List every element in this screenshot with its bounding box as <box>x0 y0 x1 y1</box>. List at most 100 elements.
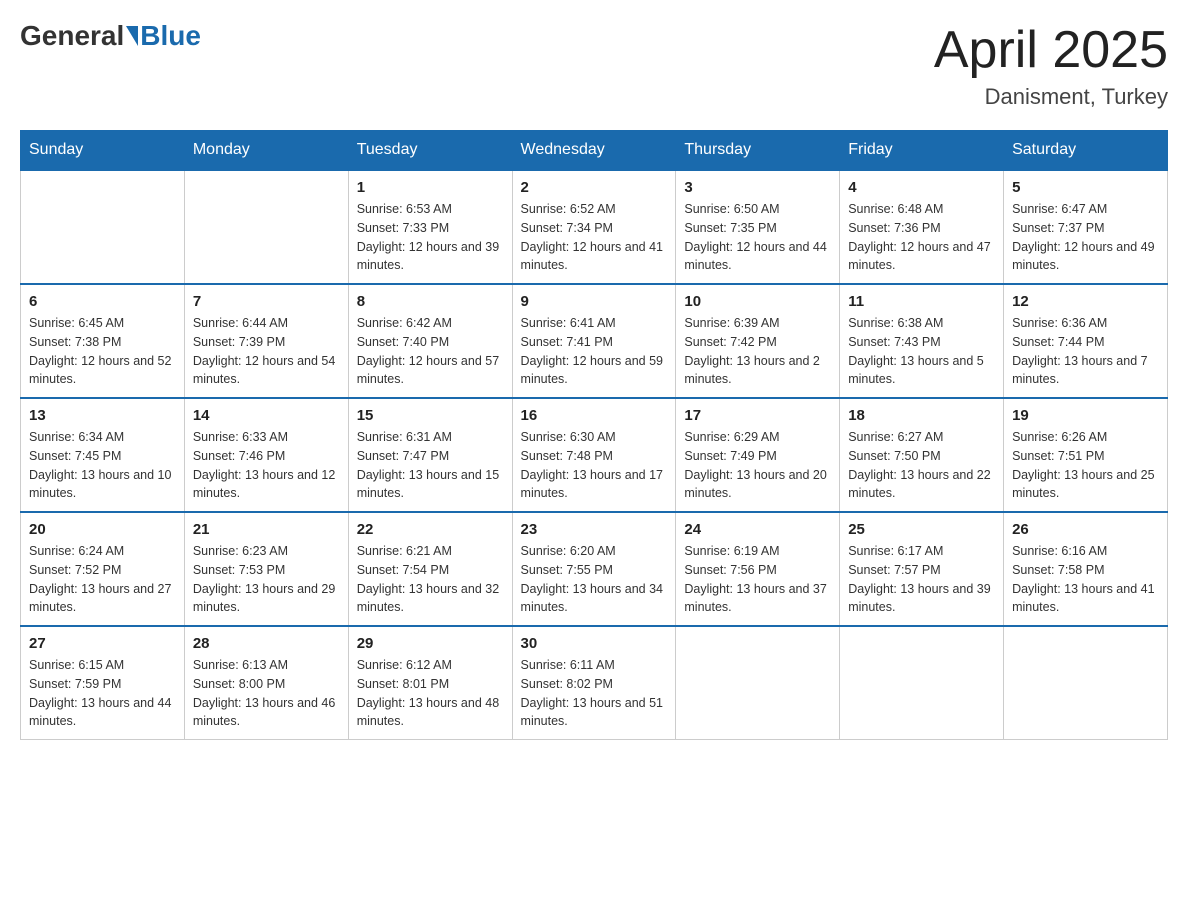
calendar-cell <box>840 626 1004 740</box>
weekday-header-tuesday: Tuesday <box>348 131 512 171</box>
month-title: April 2025 <box>934 20 1168 80</box>
calendar-cell: 29Sunrise: 6:12 AMSunset: 8:01 PMDayligh… <box>348 626 512 740</box>
calendar-cell: 27 Sunrise: 6:15 AMSunset: 7:59 PMDayligh… <box>21 626 185 740</box>
calendar-cell: 7 Sunrise: 6:44 AMSunset: 7:39 PMDaylight… <box>184 284 348 398</box>
day-number: 1 <box>357 179 504 196</box>
day-info: Sunrise: 6:16 AMSunset: 7:58 PMDaylight:… <box>1012 542 1159 617</box>
calendar-cell <box>676 626 840 740</box>
calendar-cell: 9 Sunrise: 6:41 AMSunset: 7:41 PMDaylight… <box>512 284 676 398</box>
calendar-cell: 11 Sunrise: 6:38 AMSunset: 7:43 PMDayligh… <box>840 284 1004 398</box>
calendar-cell: 15 Sunrise: 6:31 AMSunset: 7:47 PMDayligh… <box>348 398 512 512</box>
weekday-header-wednesday: Wednesday <box>512 131 676 171</box>
day-info: Sunrise: 6:20 AMSunset: 7:55 PMDaylight:… <box>521 542 668 617</box>
calendar-cell: 23 Sunrise: 6:20 AMSunset: 7:55 PMDayligh… <box>512 512 676 626</box>
day-info: Sunrise: 6:48 AMSunset: 7:36 PMDaylight:… <box>848 200 995 275</box>
day-info: Sunrise: 6:45 AMSunset: 7:38 PMDaylight:… <box>29 314 176 389</box>
day-number: 21 <box>193 521 340 538</box>
day-info: Sunrise: 6:30 AMSunset: 7:48 PMDaylight:… <box>521 428 668 503</box>
calendar-cell: 25Sunrise: 6:17 AMSunset: 7:57 PMDayligh… <box>840 512 1004 626</box>
day-info: Sunrise: 6:39 AMSunset: 7:42 PMDaylight:… <box>684 314 831 389</box>
calendar-cell: 21Sunrise: 6:23 AMSunset: 7:53 PMDayligh… <box>184 512 348 626</box>
day-info: Sunrise: 6:33 AMSunset: 7:46 PMDaylight:… <box>193 428 340 503</box>
calendar-cell: 17Sunrise: 6:29 AMSunset: 7:49 PMDayligh… <box>676 398 840 512</box>
day-number: 27 <box>29 635 176 652</box>
calendar-cell: 30 Sunrise: 6:11 AMSunset: 8:02 PMDayligh… <box>512 626 676 740</box>
day-info: Sunrise: 6:52 AMSunset: 7:34 PMDaylight:… <box>521 200 668 275</box>
day-info: Sunrise: 6:36 AMSunset: 7:44 PMDaylight:… <box>1012 314 1159 389</box>
day-info: Sunrise: 6:15 AMSunset: 7:59 PMDaylight:… <box>29 656 176 731</box>
day-number: 2 <box>521 179 668 196</box>
day-info: Sunrise: 6:41 AMSunset: 7:41 PMDaylight:… <box>521 314 668 389</box>
week-row-4: 20 Sunrise: 6:24 AMSunset: 7:52 PMDayligh… <box>21 512 1168 626</box>
day-info: Sunrise: 6:44 AMSunset: 7:39 PMDaylight:… <box>193 314 340 389</box>
weekday-header-sunday: Sunday <box>21 131 185 171</box>
calendar-cell: 2 Sunrise: 6:52 AMSunset: 7:34 PMDaylight… <box>512 170 676 284</box>
calendar-cell: 14 Sunrise: 6:33 AMSunset: 7:46 PMDayligh… <box>184 398 348 512</box>
day-info: Sunrise: 6:50 AMSunset: 7:35 PMDaylight:… <box>684 200 831 275</box>
day-info: Sunrise: 6:26 AMSunset: 7:51 PMDaylight:… <box>1012 428 1159 503</box>
calendar-cell: 3 Sunrise: 6:50 AMSunset: 7:35 PMDaylight… <box>676 170 840 284</box>
day-number: 30 <box>521 635 668 652</box>
page-header: General Blue April 2025 Danisment, Turke… <box>20 20 1168 110</box>
day-number: 14 <box>193 407 340 424</box>
calendar-cell <box>1004 626 1168 740</box>
calendar-cell: 8 Sunrise: 6:42 AMSunset: 7:40 PMDaylight… <box>348 284 512 398</box>
day-info: Sunrise: 6:19 AMSunset: 7:56 PMDaylight:… <box>684 542 831 617</box>
day-number: 7 <box>193 293 340 310</box>
logo-triangle-icon <box>126 26 138 46</box>
day-number: 20 <box>29 521 176 538</box>
calendar-table: SundayMondayTuesdayWednesdayThursdayFrid… <box>20 130 1168 740</box>
weekday-header-monday: Monday <box>184 131 348 171</box>
day-info: Sunrise: 6:24 AMSunset: 7:52 PMDaylight:… <box>29 542 176 617</box>
day-info: Sunrise: 6:27 AMSunset: 7:50 PMDaylight:… <box>848 428 995 503</box>
day-info: Sunrise: 6:13 AMSunset: 8:00 PMDaylight:… <box>193 656 340 731</box>
day-number: 3 <box>684 179 831 196</box>
calendar-cell: 5Sunrise: 6:47 AMSunset: 7:37 PMDaylight… <box>1004 170 1168 284</box>
weekday-header-friday: Friday <box>840 131 1004 171</box>
day-number: 15 <box>357 407 504 424</box>
logo-general-text: General <box>20 20 124 52</box>
calendar-cell: 13 Sunrise: 6:34 AMSunset: 7:45 PMDayligh… <box>21 398 185 512</box>
day-info: Sunrise: 6:42 AMSunset: 7:40 PMDaylight:… <box>357 314 504 389</box>
weekday-header-saturday: Saturday <box>1004 131 1168 171</box>
day-number: 11 <box>848 293 995 310</box>
logo: General Blue <box>20 20 201 52</box>
calendar-cell: 28Sunrise: 6:13 AMSunset: 8:00 PMDayligh… <box>184 626 348 740</box>
calendar-cell: 10Sunrise: 6:39 AMSunset: 7:42 PMDayligh… <box>676 284 840 398</box>
day-number: 6 <box>29 293 176 310</box>
day-info: Sunrise: 6:12 AMSunset: 8:01 PMDaylight:… <box>357 656 504 731</box>
calendar-cell <box>184 170 348 284</box>
week-row-3: 13 Sunrise: 6:34 AMSunset: 7:45 PMDayligh… <box>21 398 1168 512</box>
day-info: Sunrise: 6:29 AMSunset: 7:49 PMDaylight:… <box>684 428 831 503</box>
calendar-cell: 24 Sunrise: 6:19 AMSunset: 7:56 PMDayligh… <box>676 512 840 626</box>
day-number: 25 <box>848 521 995 538</box>
calendar-cell: 1 Sunrise: 6:53 AMSunset: 7:33 PMDaylight… <box>348 170 512 284</box>
week-row-1: 1 Sunrise: 6:53 AMSunset: 7:33 PMDaylight… <box>21 170 1168 284</box>
day-info: Sunrise: 6:34 AMSunset: 7:45 PMDaylight:… <box>29 428 176 503</box>
day-number: 5 <box>1012 179 1159 196</box>
day-info: Sunrise: 6:38 AMSunset: 7:43 PMDaylight:… <box>848 314 995 389</box>
calendar-cell: 18Sunrise: 6:27 AMSunset: 7:50 PMDayligh… <box>840 398 1004 512</box>
location-title: Danisment, Turkey <box>934 84 1168 110</box>
day-number: 12 <box>1012 293 1159 310</box>
calendar-cell: 22Sunrise: 6:21 AMSunset: 7:54 PMDayligh… <box>348 512 512 626</box>
day-info: Sunrise: 6:11 AMSunset: 8:02 PMDaylight:… <box>521 656 668 731</box>
day-info: Sunrise: 6:31 AMSunset: 7:47 PMDaylight:… <box>357 428 504 503</box>
day-number: 23 <box>521 521 668 538</box>
weekday-header-thursday: Thursday <box>676 131 840 171</box>
day-info: Sunrise: 6:21 AMSunset: 7:54 PMDaylight:… <box>357 542 504 617</box>
day-number: 9 <box>521 293 668 310</box>
calendar-cell: 26 Sunrise: 6:16 AMSunset: 7:58 PMDayligh… <box>1004 512 1168 626</box>
day-number: 24 <box>684 521 831 538</box>
weekday-header-row: SundayMondayTuesdayWednesdayThursdayFrid… <box>21 131 1168 171</box>
day-number: 8 <box>357 293 504 310</box>
calendar-cell: 19Sunrise: 6:26 AMSunset: 7:51 PMDayligh… <box>1004 398 1168 512</box>
calendar-cell: 16Sunrise: 6:30 AMSunset: 7:48 PMDayligh… <box>512 398 676 512</box>
calendar-cell: 4Sunrise: 6:48 AMSunset: 7:36 PMDaylight… <box>840 170 1004 284</box>
calendar-cell <box>21 170 185 284</box>
day-info: Sunrise: 6:53 AMSunset: 7:33 PMDaylight:… <box>357 200 504 275</box>
day-number: 13 <box>29 407 176 424</box>
week-row-2: 6 Sunrise: 6:45 AMSunset: 7:38 PMDaylight… <box>21 284 1168 398</box>
title-block: April 2025 Danisment, Turkey <box>934 20 1168 110</box>
day-number: 26 <box>1012 521 1159 538</box>
